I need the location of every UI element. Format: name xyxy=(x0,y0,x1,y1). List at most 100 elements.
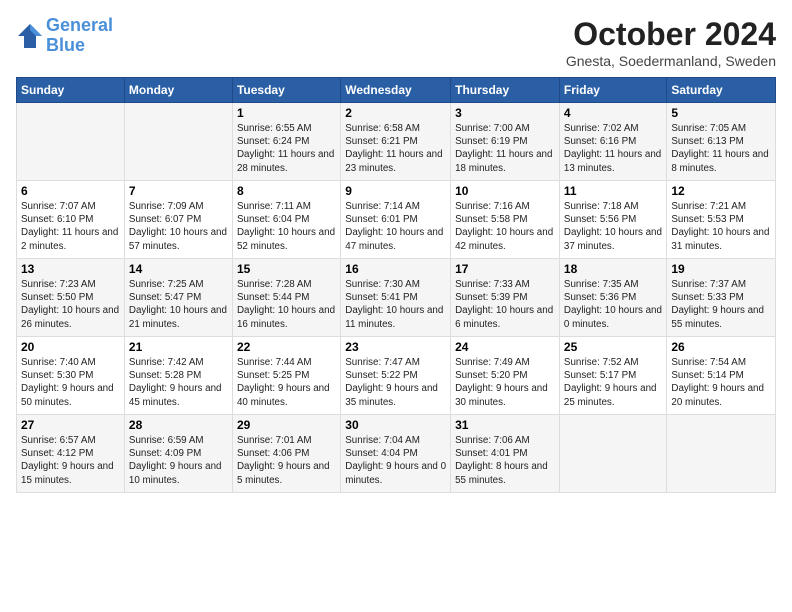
day-content: Sunrise: 7:30 AM Sunset: 5:41 PM Dayligh… xyxy=(345,278,446,331)
calendar-cell: 26 Sunrise: 7:54 AM Sunset: 5:14 PM Dayli… xyxy=(667,337,776,415)
logo-text: General Blue xyxy=(46,16,113,56)
day-number: 21 xyxy=(129,340,228,354)
day-content: Sunrise: 7:04 AM Sunset: 4:04 PM Dayligh… xyxy=(345,434,446,487)
calendar-cell: 13 Sunrise: 7:23 AM Sunset: 5:50 PM Dayli… xyxy=(17,259,125,337)
calendar-cell: 23 Sunrise: 7:47 AM Sunset: 5:22 PM Dayli… xyxy=(341,337,451,415)
day-number: 9 xyxy=(345,184,446,198)
day-number: 2 xyxy=(345,106,446,120)
day-number: 11 xyxy=(564,184,662,198)
day-number: 19 xyxy=(671,262,771,276)
day-content: Sunrise: 7:06 AM Sunset: 4:01 PM Dayligh… xyxy=(455,434,555,487)
title-block: October 2024 Gnesta, Soedermanland, Swed… xyxy=(566,16,776,69)
location: Gnesta, Soedermanland, Sweden xyxy=(566,53,776,69)
day-content: Sunrise: 7:49 AM Sunset: 5:20 PM Dayligh… xyxy=(455,356,555,409)
day-content: Sunrise: 7:28 AM Sunset: 5:44 PM Dayligh… xyxy=(237,278,336,331)
calendar-cell: 14 Sunrise: 7:25 AM Sunset: 5:47 PM Dayli… xyxy=(124,259,232,337)
day-number: 16 xyxy=(345,262,446,276)
day-number: 15 xyxy=(237,262,336,276)
day-number: 5 xyxy=(671,106,771,120)
calendar-cell: 4 Sunrise: 7:02 AM Sunset: 6:16 PM Daylig… xyxy=(559,103,666,181)
day-number: 6 xyxy=(21,184,120,198)
day-number: 30 xyxy=(345,418,446,432)
day-number: 27 xyxy=(21,418,120,432)
calendar-cell: 9Sunrise: 7:14 AM Sunset: 6:01 PM Daylig… xyxy=(341,181,451,259)
calendar-cell: 3 Sunrise: 7:00 AM Sunset: 6:19 PM Daylig… xyxy=(451,103,560,181)
calendar-cell: 29 Sunrise: 7:01 AM Sunset: 4:06 PM Dayli… xyxy=(232,415,340,493)
day-number: 31 xyxy=(455,418,555,432)
logo-blue: Blue xyxy=(46,35,85,55)
day-content: Sunrise: 7:02 AM Sunset: 6:16 PM Dayligh… xyxy=(564,122,662,175)
day-content: Sunrise: 7:35 AM Sunset: 5:36 PM Dayligh… xyxy=(564,278,662,331)
day-content: Sunrise: 7:52 AM Sunset: 5:17 PM Dayligh… xyxy=(564,356,662,409)
day-number: 29 xyxy=(237,418,336,432)
col-header-sunday: Sunday xyxy=(17,78,125,103)
calendar-cell: 30 Sunrise: 7:04 AM Sunset: 4:04 PM Dayli… xyxy=(341,415,451,493)
day-content: Sunrise: 6:58 AM Sunset: 6:21 PM Dayligh… xyxy=(345,122,446,175)
day-content: Sunrise: 7:25 AM Sunset: 5:47 PM Dayligh… xyxy=(129,278,228,331)
day-number: 4 xyxy=(564,106,662,120)
col-header-monday: Monday xyxy=(124,78,232,103)
day-content: Sunrise: 7:33 AM Sunset: 5:39 PM Dayligh… xyxy=(455,278,555,331)
calendar-cell: 7 Sunrise: 7:09 AM Sunset: 6:07 PM Daylig… xyxy=(124,181,232,259)
calendar-week-row: 1Sunrise: 6:55 AM Sunset: 6:24 PM Daylig… xyxy=(17,103,776,181)
day-number: 10 xyxy=(455,184,555,198)
day-content: Sunrise: 7:42 AM Sunset: 5:28 PM Dayligh… xyxy=(129,356,228,409)
day-content: Sunrise: 7:18 AM Sunset: 5:56 PM Dayligh… xyxy=(564,200,662,253)
day-number: 17 xyxy=(455,262,555,276)
day-number: 20 xyxy=(21,340,120,354)
calendar-cell: 15 Sunrise: 7:28 AM Sunset: 5:44 PM Dayli… xyxy=(232,259,340,337)
col-header-tuesday: Tuesday xyxy=(232,78,340,103)
day-number: 25 xyxy=(564,340,662,354)
calendar-cell: 27 Sunrise: 6:57 AM Sunset: 4:12 PM Dayli… xyxy=(17,415,125,493)
calendar-week-row: 13 Sunrise: 7:23 AM Sunset: 5:50 PM Dayli… xyxy=(17,259,776,337)
logo-general: General xyxy=(46,15,113,35)
day-number: 3 xyxy=(455,106,555,120)
calendar-cell: 20Sunrise: 7:40 AM Sunset: 5:30 PM Dayli… xyxy=(17,337,125,415)
calendar-cell: 16 Sunrise: 7:30 AM Sunset: 5:41 PM Dayli… xyxy=(341,259,451,337)
col-header-friday: Friday xyxy=(559,78,666,103)
calendar-cell: 19 Sunrise: 7:37 AM Sunset: 5:33 PM Dayli… xyxy=(667,259,776,337)
calendar-cell: 8 Sunrise: 7:11 AM Sunset: 6:04 PM Daylig… xyxy=(232,181,340,259)
day-content: Sunrise: 7:54 AM Sunset: 5:14 PM Dayligh… xyxy=(671,356,771,409)
day-content: Sunrise: 7:09 AM Sunset: 6:07 PM Dayligh… xyxy=(129,200,228,253)
col-header-thursday: Thursday xyxy=(451,78,560,103)
calendar-cell: 6 Sunrise: 7:07 AM Sunset: 6:10 PM Daylig… xyxy=(17,181,125,259)
day-number: 8 xyxy=(237,184,336,198)
day-number: 7 xyxy=(129,184,228,198)
calendar-cell xyxy=(667,415,776,493)
day-number: 22 xyxy=(237,340,336,354)
day-content: Sunrise: 7:16 AM Sunset: 5:58 PM Dayligh… xyxy=(455,200,555,253)
day-content: Sunrise: 7:47 AM Sunset: 5:22 PM Dayligh… xyxy=(345,356,446,409)
calendar-cell: 5Sunrise: 7:05 AM Sunset: 6:13 PM Daylig… xyxy=(667,103,776,181)
day-content: Sunrise: 6:55 AM Sunset: 6:24 PM Dayligh… xyxy=(237,122,336,175)
day-content: Sunrise: 7:00 AM Sunset: 6:19 PM Dayligh… xyxy=(455,122,555,175)
day-content: Sunrise: 6:57 AM Sunset: 4:12 PM Dayligh… xyxy=(21,434,120,487)
logo: General Blue xyxy=(16,16,113,56)
day-number: 14 xyxy=(129,262,228,276)
calendar-cell xyxy=(17,103,125,181)
calendar-cell: 11 Sunrise: 7:18 AM Sunset: 5:56 PM Dayli… xyxy=(559,181,666,259)
calendar-cell: 2 Sunrise: 6:58 AM Sunset: 6:21 PM Daylig… xyxy=(341,103,451,181)
day-number: 13 xyxy=(21,262,120,276)
calendar-cell: 31 Sunrise: 7:06 AM Sunset: 4:01 PM Dayli… xyxy=(451,415,560,493)
calendar-cell: 22Sunrise: 7:44 AM Sunset: 5:25 PM Dayli… xyxy=(232,337,340,415)
calendar-week-row: 20Sunrise: 7:40 AM Sunset: 5:30 PM Dayli… xyxy=(17,337,776,415)
day-content: Sunrise: 7:37 AM Sunset: 5:33 PM Dayligh… xyxy=(671,278,771,331)
day-content: Sunrise: 7:23 AM Sunset: 5:50 PM Dayligh… xyxy=(21,278,120,331)
calendar-cell: 18Sunrise: 7:35 AM Sunset: 5:36 PM Dayli… xyxy=(559,259,666,337)
day-content: Sunrise: 7:11 AM Sunset: 6:04 PM Dayligh… xyxy=(237,200,336,253)
calendar-cell: 25 Sunrise: 7:52 AM Sunset: 5:17 PM Dayli… xyxy=(559,337,666,415)
calendar-header-row: SundayMondayTuesdayWednesdayThursdayFrid… xyxy=(17,78,776,103)
day-content: Sunrise: 6:59 AM Sunset: 4:09 PM Dayligh… xyxy=(129,434,228,487)
calendar-week-row: 6 Sunrise: 7:07 AM Sunset: 6:10 PM Daylig… xyxy=(17,181,776,259)
day-number: 26 xyxy=(671,340,771,354)
calendar-cell: 24Sunrise: 7:49 AM Sunset: 5:20 PM Dayli… xyxy=(451,337,560,415)
calendar-cell xyxy=(124,103,232,181)
col-header-wednesday: Wednesday xyxy=(341,78,451,103)
day-number: 23 xyxy=(345,340,446,354)
calendar-cell: 12Sunrise: 7:21 AM Sunset: 5:53 PM Dayli… xyxy=(667,181,776,259)
day-content: Sunrise: 7:01 AM Sunset: 4:06 PM Dayligh… xyxy=(237,434,336,487)
calendar-cell: 28Sunrise: 6:59 AM Sunset: 4:09 PM Dayli… xyxy=(124,415,232,493)
calendar-week-row: 27 Sunrise: 6:57 AM Sunset: 4:12 PM Dayli… xyxy=(17,415,776,493)
day-content: Sunrise: 7:07 AM Sunset: 6:10 PM Dayligh… xyxy=(21,200,120,253)
